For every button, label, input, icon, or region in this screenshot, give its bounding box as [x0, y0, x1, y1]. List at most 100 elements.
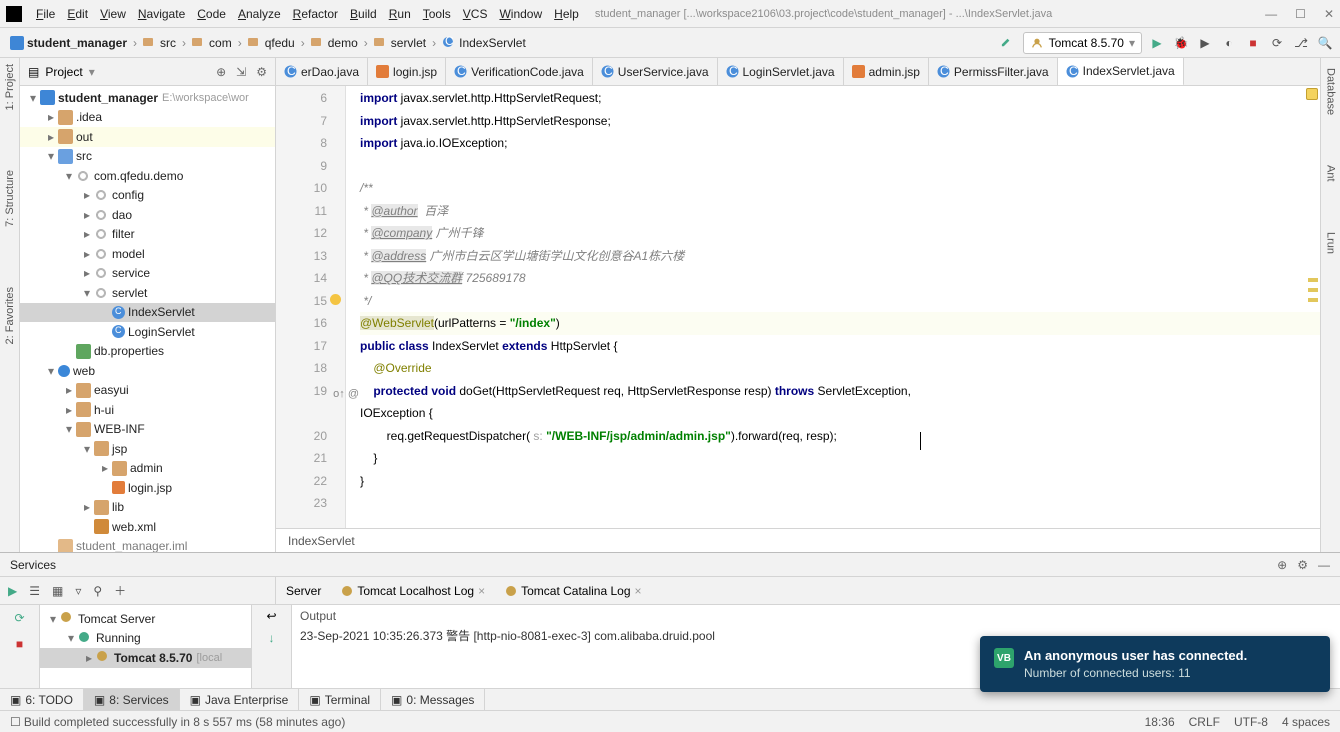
warning-marker[interactable]: [1308, 298, 1318, 302]
menu-analyze[interactable]: Analyze: [232, 5, 287, 23]
tree-arrow-icon[interactable]: ▸: [80, 266, 94, 280]
tree-node-student_manager[interactable]: ▾student_managerE:\workspace\wor: [20, 88, 275, 108]
tree-arrow-icon[interactable]: ▸: [80, 188, 94, 202]
services-tree[interactable]: ▾Tomcat Server▾Running▸Tomcat 8.5.70 [lo…: [40, 605, 252, 688]
tool-tab-messages[interactable]: ▣0: Messages: [381, 689, 485, 710]
strip-favorites[interactable]: 2: Favorites: [4, 287, 16, 344]
tree-arrow-icon[interactable]: ▸: [80, 500, 94, 514]
tree-node-servlet[interactable]: ▾servlet: [20, 283, 275, 303]
tree-arrow-icon[interactable]: ▸: [80, 208, 94, 222]
chevron-down-icon[interactable]: ▾: [89, 65, 95, 79]
status-icon[interactable]: ☐: [10, 715, 21, 729]
tool-tab-todo[interactable]: ▣6: TODO: [0, 689, 84, 710]
tree-arrow-icon[interactable]: ▸: [98, 461, 112, 475]
warning-marker[interactable]: [1308, 288, 1318, 292]
grid-icon[interactable]: ▦: [52, 584, 63, 598]
strip-database[interactable]: Database: [1325, 68, 1337, 115]
tree-node-web-inf[interactable]: ▾WEB-INF: [20, 420, 275, 440]
tree-arrow-icon[interactable]: ▸: [62, 383, 76, 397]
tree-node-indexservlet[interactable]: IndexServlet: [20, 303, 275, 323]
git-button[interactable]: ⎇: [1292, 34, 1310, 52]
minimize-button[interactable]: —: [1265, 7, 1277, 21]
breadcrumb-src[interactable]: src: [139, 34, 180, 52]
run-icon[interactable]: ▶: [8, 584, 17, 598]
tool-tab-java-enterprise[interactable]: ▣Java Enterprise: [180, 689, 300, 710]
cursor-pos[interactable]: 18:36: [1145, 715, 1175, 729]
hide-icon[interactable]: —: [1318, 558, 1330, 572]
menu-file[interactable]: File: [30, 5, 61, 23]
tree-arrow-icon[interactable]: ▸: [80, 247, 94, 261]
tree-node-student_manager-iml[interactable]: student_manager.iml: [20, 537, 275, 553]
menu-tools[interactable]: Tools: [417, 5, 457, 23]
project-tree[interactable]: ▾student_managerE:\workspace\wor▸.idea▸o…: [20, 86, 275, 552]
tree-node-model[interactable]: ▸model: [20, 244, 275, 264]
tree-node-service[interactable]: ▸service: [20, 264, 275, 284]
strip-project[interactable]: 1: Project: [4, 64, 16, 110]
profile-button[interactable]: ◐: [1220, 34, 1238, 52]
strip-structure[interactable]: 7: Structure: [4, 170, 16, 227]
tree-arrow-icon[interactable]: ▾: [44, 364, 58, 378]
strip-ant[interactable]: Ant: [1325, 165, 1337, 182]
tree-node-login-jsp[interactable]: login.jsp: [20, 478, 275, 498]
tree-arrow-icon[interactable]: ▾: [80, 286, 94, 300]
editor-breadcrumb[interactable]: IndexServlet: [276, 528, 1340, 552]
code-area[interactable]: 678910111213141516171819o↑ @20212223 imp…: [276, 86, 1340, 528]
menu-build[interactable]: Build: [344, 5, 383, 23]
menu-help[interactable]: Help: [548, 5, 585, 23]
menu-run[interactable]: Run: [383, 5, 417, 23]
tab-loginservlet-java[interactable]: CLoginServlet.java: [718, 58, 844, 85]
tab-permissfilter-java[interactable]: CPermissFilter.java: [929, 58, 1058, 85]
tree-node-lib[interactable]: ▸lib: [20, 498, 275, 518]
scroll-end-icon[interactable]: ↓: [269, 631, 275, 645]
close-icon[interactable]: ×: [635, 584, 642, 598]
menu-edit[interactable]: Edit: [61, 5, 94, 23]
tree-node-admin[interactable]: ▸admin: [20, 459, 275, 479]
tree-node--idea[interactable]: ▸.idea: [20, 108, 275, 128]
tree-node-web-xml[interactable]: web.xml: [20, 517, 275, 537]
tree-arrow-icon[interactable]: ▾: [62, 422, 76, 436]
tab-erdao-java[interactable]: CerDao.java: [276, 58, 368, 85]
log-tab-tomcat-localhost-log[interactable]: Tomcat Localhost Log ×: [331, 577, 495, 604]
breadcrumb-indexservlet[interactable]: CIndexServlet: [438, 34, 530, 52]
project-title[interactable]: Project: [45, 65, 82, 79]
breadcrumb-student_manager[interactable]: student_manager: [6, 34, 131, 52]
tab-verificationcode-java[interactable]: CVerificationCode.java: [446, 58, 593, 85]
encoding[interactable]: UTF-8: [1234, 715, 1268, 729]
menu-navigate[interactable]: Navigate: [132, 5, 191, 23]
tab-login-jsp[interactable]: login.jsp: [368, 58, 446, 85]
code-body[interactable]: import javax.servlet.http.HttpServletReq…: [346, 86, 1340, 528]
tree-node-out[interactable]: ▸out: [20, 127, 275, 147]
tree-arrow-icon[interactable]: ▾: [62, 169, 76, 183]
tree-node-loginservlet[interactable]: LoginServlet: [20, 322, 275, 342]
tree-node-dao[interactable]: ▸dao: [20, 205, 275, 225]
maximize-button[interactable]: ☐: [1295, 7, 1306, 21]
tool-tab-services[interactable]: ▣8: Services: [84, 689, 180, 710]
gutter[interactable]: 678910111213141516171819o↑ @20212223: [276, 86, 346, 528]
menu-vcs[interactable]: VCS: [457, 5, 494, 23]
notification-popup[interactable]: VB An anonymous user has connected. Numb…: [980, 636, 1330, 692]
menu-code[interactable]: Code: [191, 5, 232, 23]
locate-icon[interactable]: ⊕: [216, 65, 226, 79]
tree-arrow-icon[interactable]: ▾: [80, 442, 94, 456]
tree-node-h-ui[interactable]: ▸h-ui: [20, 400, 275, 420]
menu-view[interactable]: View: [94, 5, 132, 23]
indent[interactable]: 4 spaces: [1282, 715, 1330, 729]
soft-wrap-icon[interactable]: ↩: [266, 609, 276, 623]
tree-node-easyui[interactable]: ▸easyui: [20, 381, 275, 401]
strip-lrun[interactable]: Lrun: [1325, 232, 1337, 254]
intention-bulb-icon[interactable]: [330, 294, 341, 305]
tool-tab-terminal[interactable]: ▣Terminal: [299, 689, 381, 710]
expand-icon[interactable]: ⇲: [236, 65, 246, 79]
stop-button[interactable]: ■: [1244, 34, 1262, 52]
log-tab-server[interactable]: Server: [276, 577, 331, 604]
tree-arrow-icon[interactable]: ▸: [62, 403, 76, 417]
tree-node-jsp[interactable]: ▾jsp: [20, 439, 275, 459]
pin-icon[interactable]: ⚲: [93, 584, 102, 598]
tree-arrow-icon[interactable]: ▸: [80, 227, 94, 241]
search-icon[interactable]: 🔍: [1316, 34, 1334, 52]
tree-node-filter[interactable]: ▸filter: [20, 225, 275, 245]
gear-icon[interactable]: ⚙: [1297, 558, 1308, 572]
tab-admin-jsp[interactable]: admin.jsp: [844, 58, 929, 85]
tree-icon[interactable]: ☰: [29, 584, 40, 598]
tree-arrow-icon[interactable]: ▸: [44, 110, 58, 124]
